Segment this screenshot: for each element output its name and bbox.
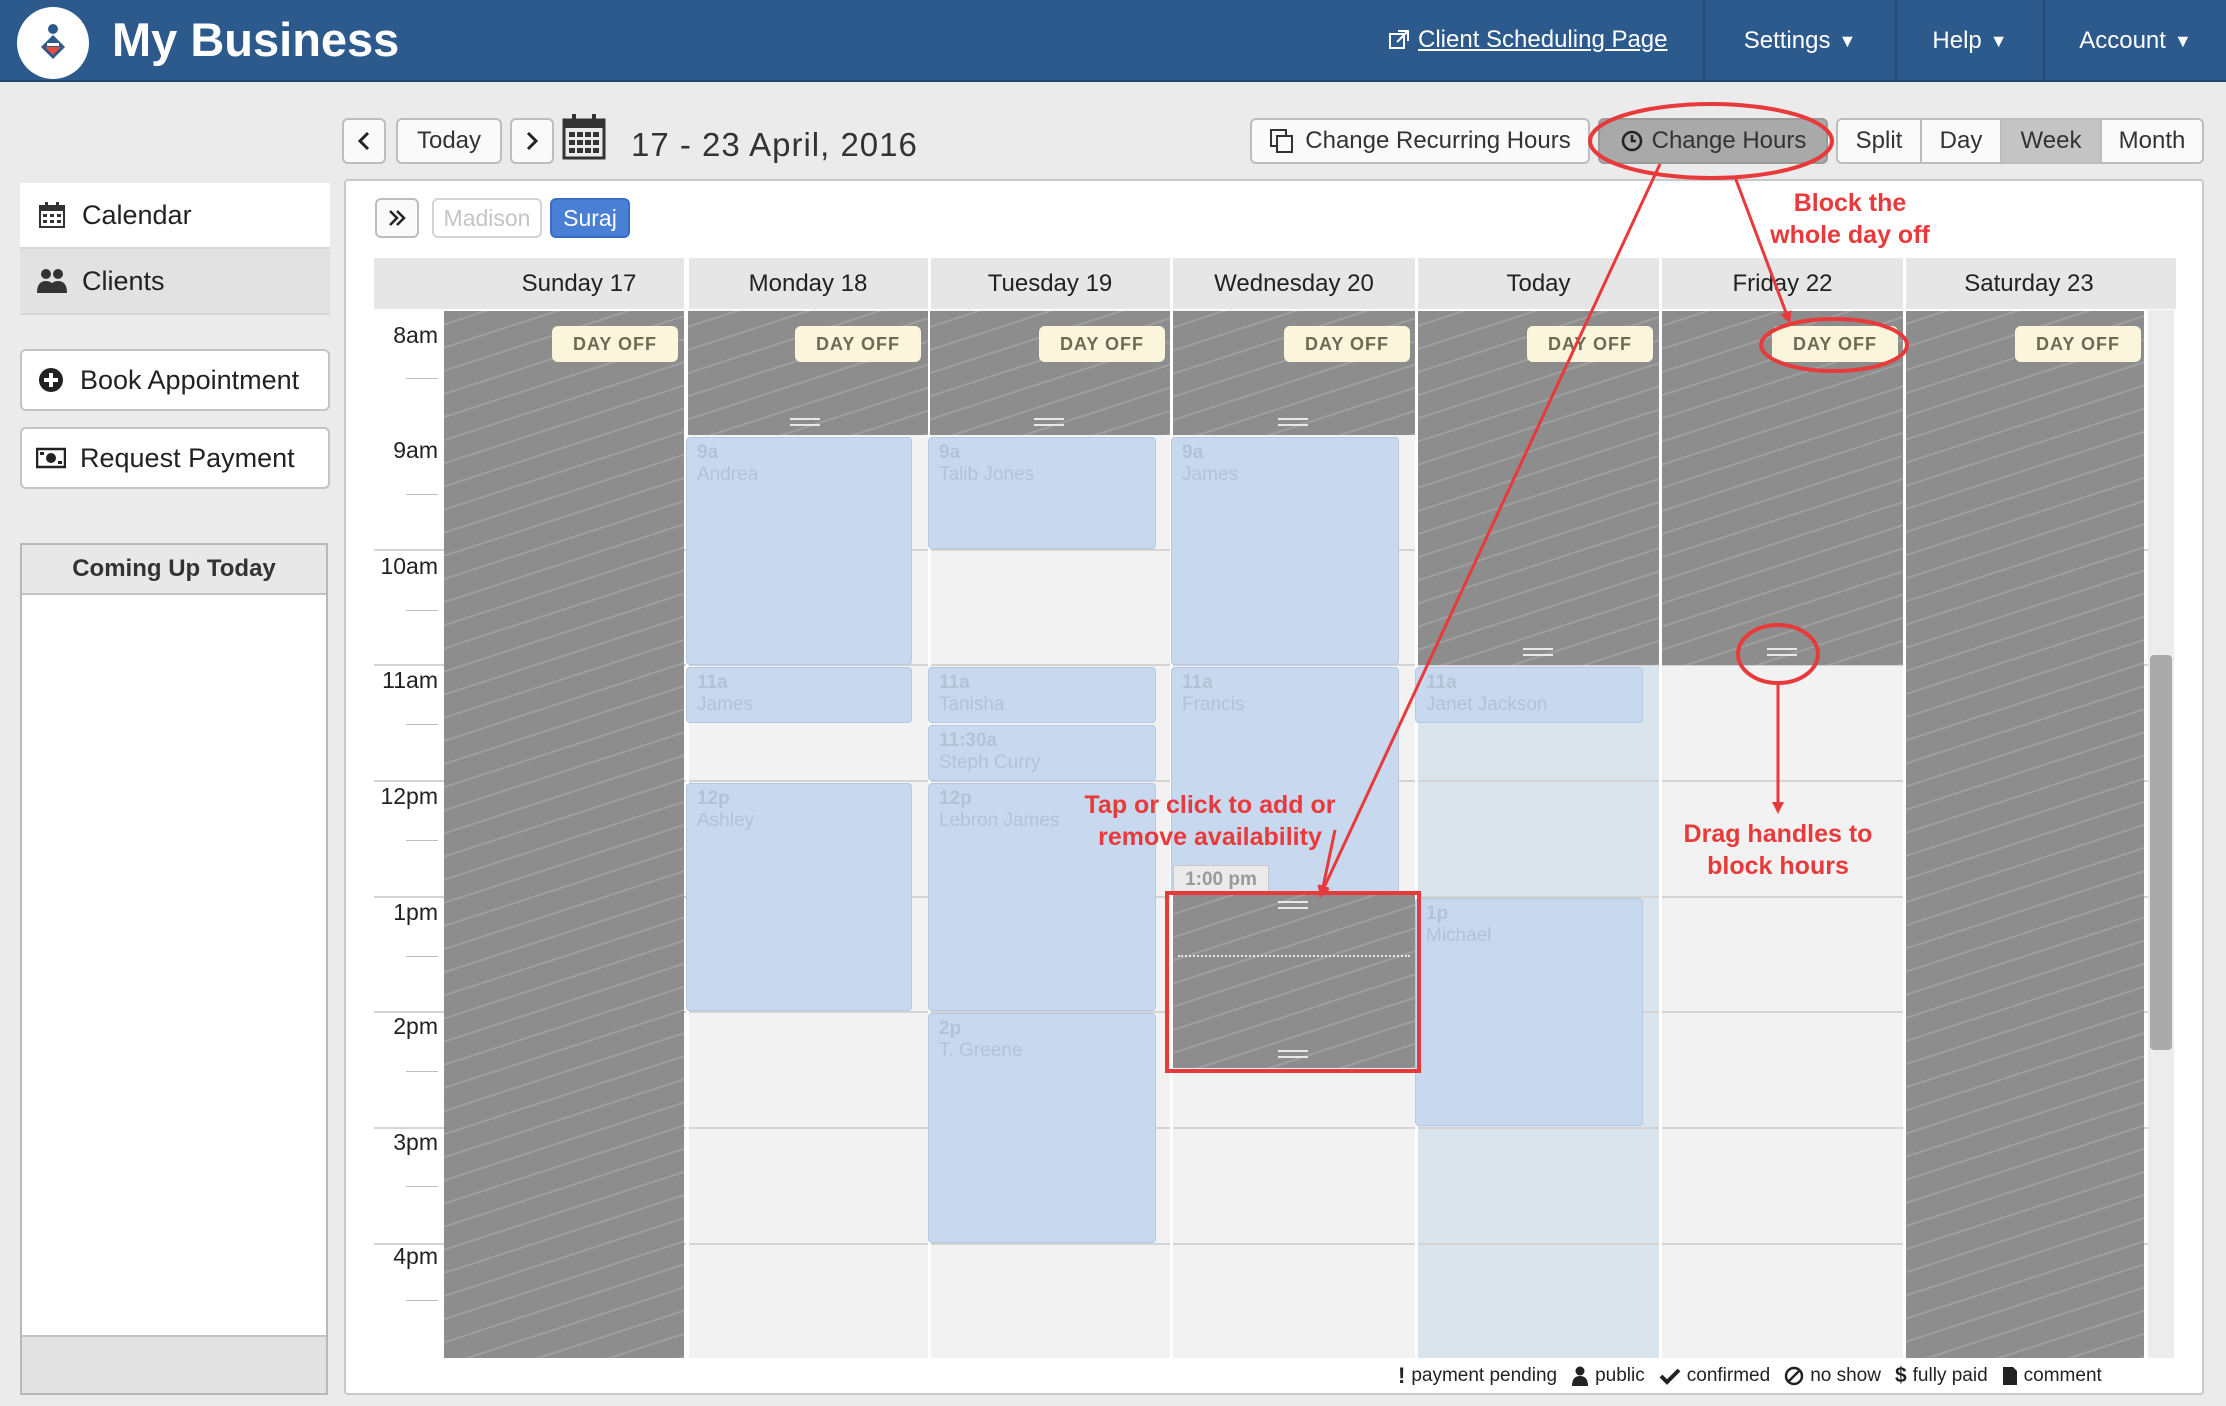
legend-payment-pending: ! payment pending [1398, 1363, 1557, 1389]
annotation-line: Block the [1793, 189, 1907, 217]
annotation-drag-handles: Drag handles to block hours [1658, 818, 1898, 882]
legend-label: comment [2023, 1365, 2102, 1386]
annotation-line: remove availability [1098, 823, 1322, 851]
annotation-line: block hours [1707, 852, 1849, 880]
legend-comment: comment [2002, 1365, 2102, 1387]
selection-highlight [1165, 891, 1421, 1073]
legend-label: public [1595, 1365, 1645, 1386]
change-hours-highlight [1588, 102, 1834, 180]
dollar-icon: $ [1894, 1364, 1907, 1387]
annotation-line: Drag handles to [1683, 820, 1873, 848]
legend-label: fully paid [1912, 1365, 1988, 1386]
legend-label: confirmed [1686, 1365, 1771, 1386]
legend-fully-paid: $ fully paid [1895, 1364, 1988, 1388]
annotation-line: whole day off [1770, 221, 1930, 249]
drag-handle-highlight [1736, 623, 1820, 685]
exclamation-icon: ! [1398, 1363, 1406, 1388]
annotation-tap-click: Tap or click to add or remove availabili… [1055, 789, 1365, 853]
legend-public: public [1571, 1365, 1645, 1387]
legend-confirmed: confirmed [1659, 1365, 1770, 1387]
day-off-highlight [1759, 317, 1909, 373]
annotation-block-day: Block the whole day off [1730, 187, 1970, 251]
arrow-to-selection [1319, 163, 1662, 898]
legend-label: no show [1810, 1365, 1881, 1386]
annotation-line: Tap or click to add or [1084, 791, 1336, 819]
user-icon [1571, 1366, 1589, 1386]
legend-no-show: no show [1784, 1365, 1881, 1387]
legend-label: payment pending [1411, 1365, 1558, 1386]
document-icon [2002, 1366, 2018, 1386]
checkmark-icon [1659, 1367, 1681, 1385]
ban-icon [1784, 1366, 1804, 1386]
status-legend: ! payment pending public confirmed no sh… [1398, 1361, 2116, 1391]
